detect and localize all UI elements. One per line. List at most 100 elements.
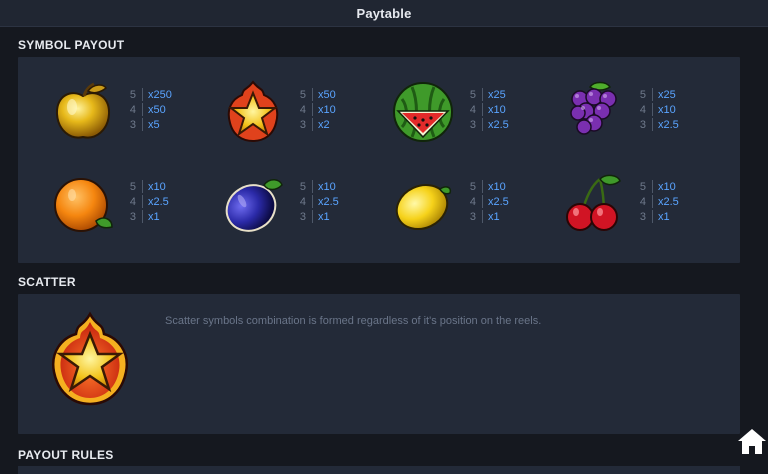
payout-row: 3 x2 <box>296 117 336 132</box>
payout-multiplier: x1 <box>318 210 330 223</box>
payout-row: 3 x1 <box>636 209 679 224</box>
grapes-payouts: 5 x25 4 x10 3 x2.5 <box>636 87 679 132</box>
payout-count: 4 <box>299 195 306 208</box>
payout-multiplier: x1 <box>658 210 670 223</box>
payout-rules-panel <box>18 466 740 474</box>
payout-count: 5 <box>639 88 646 101</box>
payout-row: 5 x10 <box>636 179 679 194</box>
watermelon-icon <box>393 82 453 142</box>
payout-count: 4 <box>469 195 476 208</box>
apple-payouts: 5 x250 4 x50 3 x5 <box>126 87 172 132</box>
payout-count: 3 <box>639 210 646 223</box>
payout-multiplier: x25 <box>488 88 506 101</box>
cherries-payouts: 5 x10 4 x2.5 3 x1 <box>636 179 679 224</box>
payout-row: 5 x25 <box>466 87 509 102</box>
paytable-title: Paytable <box>356 5 412 21</box>
star-payouts: 5 x50 4 x10 3 x2 <box>296 87 336 132</box>
symbol-cell-plum: 5 x10 4 x2.5 3 x1 <box>218 169 378 239</box>
plum-icon <box>225 179 283 232</box>
payout-row: 3 x5 <box>126 117 172 132</box>
payout-rules-heading: PAYOUT RULES <box>18 448 114 462</box>
payout-row: 4 x10 <box>296 102 336 117</box>
payout-multiplier: x10 <box>658 103 676 116</box>
payout-multiplier: x2.5 <box>488 118 509 131</box>
payout-count: 5 <box>129 88 136 101</box>
payout-multiplier: x25 <box>658 88 676 101</box>
payout-count: 3 <box>129 118 136 131</box>
symbol-cell-grapes: 5 x25 4 x10 3 x2.5 <box>558 77 718 147</box>
payout-count: 3 <box>129 210 136 223</box>
payout-row: 5 x250 <box>126 87 172 102</box>
watermelon-payouts: 5 x25 4 x10 3 x2.5 <box>466 87 509 132</box>
payout-multiplier: x250 <box>148 88 172 101</box>
payout-multiplier: x5 <box>148 118 160 131</box>
payout-multiplier: x10 <box>488 180 506 193</box>
payout-multiplier: x2.5 <box>148 195 169 208</box>
payout-count: 5 <box>469 88 476 101</box>
payout-row: 4 x10 <box>466 102 509 117</box>
payout-row: 5 x25 <box>636 87 679 102</box>
payout-row: 4 x10 <box>636 102 679 117</box>
lemon-payouts: 5 x10 4 x2.5 3 x1 <box>466 179 509 224</box>
payout-row: 3 x1 <box>296 209 339 224</box>
payout-row: 4 x2.5 <box>466 194 509 209</box>
lemon-icon <box>395 184 452 230</box>
payout-count: 4 <box>469 103 476 116</box>
payout-row: 3 x1 <box>126 209 169 224</box>
payout-multiplier: x10 <box>318 180 336 193</box>
symbol-payout-heading: SYMBOL PAYOUT <box>18 38 125 52</box>
grapes-icon <box>570 81 617 135</box>
symbol-cell-orange: 5 x10 4 x2.5 3 x1 <box>48 169 208 239</box>
payout-row: 3 x2.5 <box>466 117 509 132</box>
payout-multiplier: x1 <box>148 210 160 223</box>
payout-multiplier: x2.5 <box>488 195 509 208</box>
payout-multiplier: x2.5 <box>318 195 339 208</box>
payout-row: 5 x10 <box>126 179 169 194</box>
home-icon[interactable] <box>736 426 768 456</box>
scatter-description: Scatter symbols combination is formed re… <box>165 315 542 327</box>
scatter-heading: SCATTER <box>18 275 76 289</box>
payout-multiplier: x10 <box>488 103 506 116</box>
payout-count: 4 <box>129 103 136 116</box>
payout-count: 4 <box>299 103 306 116</box>
payout-count: 5 <box>469 180 476 193</box>
payout-count: 4 <box>129 195 136 208</box>
payout-multiplier: x50 <box>148 103 166 116</box>
symbol-cell-star: 5 x50 4 x10 3 x2 <box>218 77 378 147</box>
scatter-fire-star-icon <box>51 311 129 406</box>
payout-multiplier: x50 <box>318 88 336 101</box>
orange-payouts: 5 x10 4 x2.5 3 x1 <box>126 179 169 224</box>
payout-multiplier: x2.5 <box>658 118 679 131</box>
symbol-payout-panel: 5 x250 4 x50 3 x5 5 x50 4 x10 3 x2 5 x25… <box>18 57 740 263</box>
payout-multiplier: x10 <box>148 180 166 193</box>
payout-multiplier: x2.5 <box>658 195 679 208</box>
plum-payouts: 5 x10 4 x2.5 3 x1 <box>296 179 339 224</box>
cherries-icon <box>566 174 621 231</box>
payout-row: 4 x2.5 <box>636 194 679 209</box>
paytable-header: Paytable <box>0 0 768 27</box>
symbol-cell-cherries: 5 x10 4 x2.5 3 x1 <box>558 169 718 239</box>
payout-count: 5 <box>299 88 306 101</box>
payout-row: 4 x50 <box>126 102 172 117</box>
symbol-cell-lemon: 5 x10 4 x2.5 3 x1 <box>388 169 548 239</box>
orange-icon <box>54 178 113 232</box>
payout-count: 3 <box>299 210 306 223</box>
payout-count: 3 <box>299 118 306 131</box>
payout-row: 5 x50 <box>296 87 336 102</box>
payout-multiplier: x10 <box>318 103 336 116</box>
payout-count: 5 <box>639 180 646 193</box>
payout-row: 5 x10 <box>466 179 509 194</box>
payout-row: 3 x1 <box>466 209 509 224</box>
payout-count: 4 <box>639 103 646 116</box>
payout-multiplier: x1 <box>488 210 500 223</box>
payout-count: 3 <box>639 118 646 131</box>
payout-row: 5 x10 <box>296 179 339 194</box>
payout-count: 5 <box>299 180 306 193</box>
payout-multiplier: x2 <box>318 118 330 131</box>
star-icon <box>227 80 279 143</box>
payout-count: 3 <box>469 118 476 131</box>
payout-row: 4 x2.5 <box>296 194 339 209</box>
payout-row: 3 x2.5 <box>636 117 679 132</box>
payout-count: 5 <box>129 180 136 193</box>
payout-count: 3 <box>469 210 476 223</box>
